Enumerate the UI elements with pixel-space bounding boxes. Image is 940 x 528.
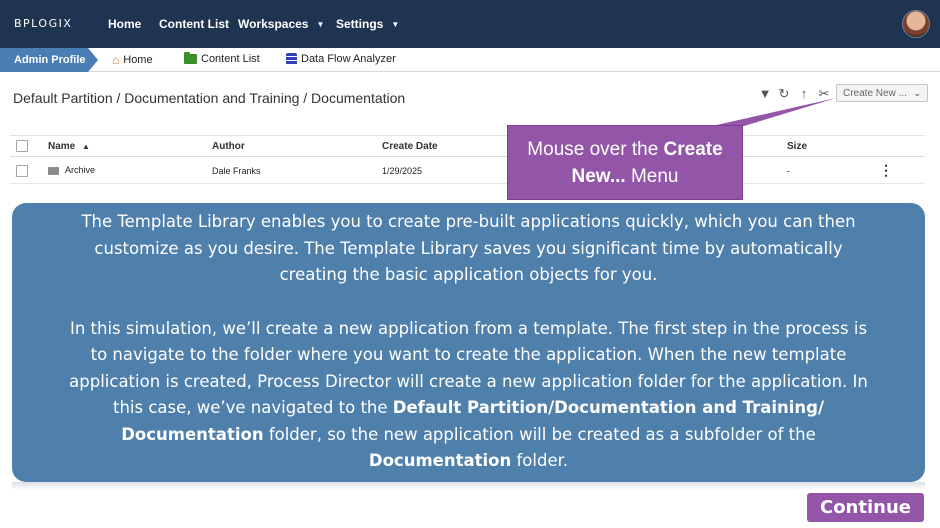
info-text-line: creating the basic application objects f… — [279, 265, 658, 284]
create-new-dropdown[interactable]: Create New ... ⌄ — [836, 84, 928, 102]
callout-line-2: New... Menu — [508, 163, 742, 190]
secondary-navigation-bar: Admin Profile ⌂ Home Content List Data F… — [0, 48, 940, 72]
info-text-line: this case, we’ve navigated to the Defaul… — [24, 395, 913, 422]
info-text-line: In this simulation, we’ll create a new a… — [69, 318, 868, 338]
column-name-label: Name — [48, 141, 76, 152]
shortcut-data-flow-analyzer[interactable]: Data Flow Analyzer — [286, 53, 396, 65]
shortcut-home[interactable]: ⌂ Home — [112, 53, 153, 67]
folder-icon — [184, 52, 197, 64]
bplogix-logo[interactable]: BPLOGIX — [14, 17, 72, 30]
select-all-checkbox[interactable] — [16, 140, 28, 152]
row-create-date: 1/29/2025 — [382, 166, 423, 176]
table-header: Name ▲ Author Create Date Size — [10, 135, 925, 157]
user-avatar[interactable] — [902, 10, 930, 38]
column-author[interactable]: Author — [212, 141, 245, 152]
filter-icon[interactable]: ▼ — [758, 86, 772, 101]
column-name[interactable]: Name ▲ — [48, 141, 90, 152]
shortcut-data-flow-analyzer-label: Data Flow Analyzer — [301, 53, 396, 65]
callout-bold-text: New... — [571, 166, 626, 187]
info-text: this case, we’ve navigated to the — [112, 398, 393, 417]
row-size: - — [787, 166, 790, 176]
info-text-line: Documentation folder. — [24, 448, 913, 475]
nav-workspaces-label: Workspaces — [238, 17, 309, 31]
chevron-down-icon: ▼ — [316, 19, 325, 29]
nav-home[interactable]: Home — [108, 17, 141, 31]
nav-workspaces-menu[interactable]: Workspaces ▼ — [238, 17, 324, 31]
refresh-icon[interactable]: ↻ — [777, 86, 791, 102]
info-text-line: The Template Library enables you to crea… — [81, 212, 856, 231]
tools-icon[interactable]: ✂ — [817, 86, 831, 102]
info-text: folder. — [511, 451, 569, 470]
instruction-callout: Mouse over the Create New... Menu — [507, 125, 743, 200]
panel-shadow — [12, 482, 925, 490]
top-navigation-bar: BPLOGIX Home Content List Workspaces ▼ S… — [0, 0, 940, 48]
admin-profile-label: Admin Profile — [14, 54, 86, 66]
nav-content-list-label: Content List — [159, 17, 229, 31]
callout-pointer-shape — [712, 98, 836, 126]
admin-profile-tab[interactable]: Admin Profile — [0, 48, 98, 72]
callout-bold-text: Create — [663, 139, 723, 160]
nav-content-list[interactable]: Content List — [159, 17, 229, 31]
home-icon: ⌂ — [112, 53, 120, 67]
callout-line-1: Mouse over the Create — [508, 136, 742, 163]
sort-ascending-icon: ▲ — [82, 142, 90, 151]
info-text-line: application is created, Process Director… — [69, 371, 868, 391]
nav-settings-menu[interactable]: Settings ▼ — [336, 17, 399, 31]
info-bold-text: Documentation — [368, 451, 512, 470]
shortcut-home-label: Home — [123, 54, 153, 66]
continue-button[interactable]: Continue — [807, 493, 924, 522]
row-actions-menu-icon[interactable]: ⋮ — [879, 162, 893, 179]
info-text-line: Documentation folder, so the new applica… — [24, 422, 913, 449]
table-row[interactable]: Archive Dale Franks 1/29/2025 - ⋮ — [10, 158, 925, 184]
row-checkbox[interactable] — [16, 165, 28, 177]
breadcrumb[interactable]: Default Partition / Documentation and Tr… — [13, 90, 405, 106]
column-size[interactable]: Size — [787, 141, 807, 152]
up-arrow-icon[interactable]: ↑ — [797, 86, 811, 101]
info-bold-text: Documentation — [121, 424, 264, 444]
nav-settings-label: Settings — [336, 17, 384, 31]
info-bold-text: Default Partition/Documentation and Trai… — [392, 398, 825, 417]
shortcut-content-list-label: Content List — [201, 53, 260, 65]
info-panel: The Template Library enables you to crea… — [12, 203, 925, 482]
callout-text: Menu — [625, 166, 679, 187]
logo-text: BPLOGIX — [14, 17, 73, 30]
folder-icon — [48, 167, 59, 175]
row-name[interactable]: Archive — [65, 165, 95, 175]
info-text: folder, so the new application will be c… — [263, 424, 816, 444]
chevron-down-icon: ▼ — [391, 19, 400, 29]
database-icon — [286, 53, 297, 65]
chevron-down-icon: ⌄ — [913, 87, 921, 98]
shortcut-content-list[interactable]: Content List — [184, 52, 260, 65]
nav-home-label: Home — [108, 17, 142, 31]
info-text-line: customize as you desire. The Template Li… — [94, 238, 843, 258]
column-create-date[interactable]: Create Date — [382, 141, 438, 152]
callout-text: Mouse over the — [527, 139, 664, 160]
create-new-label: Create New ... — [843, 87, 907, 99]
row-author: Dale Franks — [212, 166, 261, 176]
info-text-line: to navigate to the folder where you want… — [90, 345, 847, 364]
